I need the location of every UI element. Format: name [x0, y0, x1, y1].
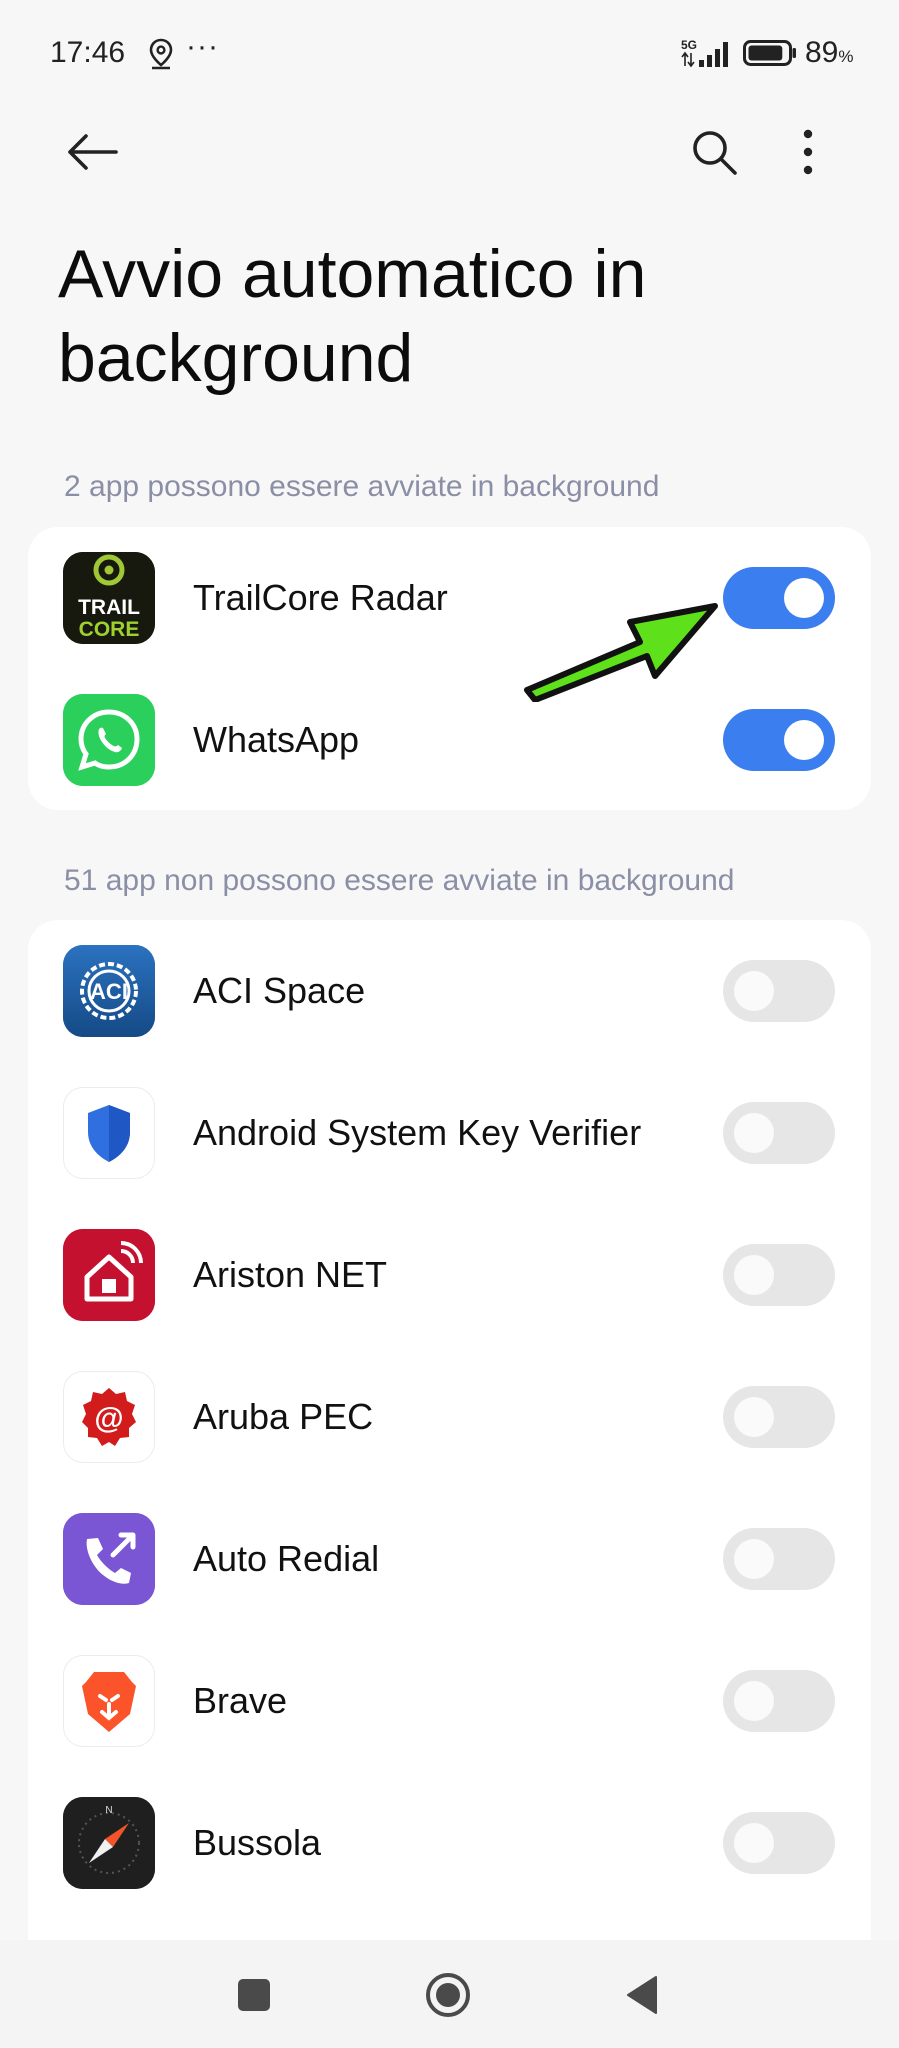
battery-icon: [743, 40, 796, 66]
toggle-knob: [734, 971, 774, 1011]
autostart-toggle[interactable]: [723, 709, 835, 771]
app-row-bussola[interactable]: N Bussola: [28, 1772, 871, 1914]
status-time: 17:46: [50, 36, 126, 69]
nav-back-button[interactable]: [607, 1960, 677, 2030]
enabled-section-header: 2 app possono essere avviate in backgrou…: [64, 470, 660, 503]
svg-text:ACI: ACI: [90, 979, 128, 1004]
app-row-ariston-net[interactable]: Ariston NET: [28, 1204, 871, 1346]
status-bar: 17:46 ··· 5G 89%: [0, 0, 899, 108]
app-row-whatsapp[interactable]: WhatsApp: [28, 669, 871, 811]
square-icon: [238, 1979, 270, 2011]
navigation-bar: [0, 1940, 899, 2048]
svg-text:@: @: [94, 1402, 123, 1435]
battery-percent: 89%: [805, 36, 854, 69]
app-name: Aruba PEC: [193, 1396, 374, 1437]
more-vertical-icon: [803, 129, 813, 175]
autostart-toggle[interactable]: [723, 1386, 835, 1448]
search-button[interactable]: [674, 112, 754, 192]
recent-apps-button[interactable]: [219, 1960, 289, 2030]
app-name: Bussola: [193, 1822, 322, 1863]
shield-icon: [63, 1087, 155, 1179]
status-more-dots: ···: [186, 30, 219, 63]
ariston-home-icon: [63, 1229, 155, 1321]
more-options-button[interactable]: [768, 112, 848, 192]
toggle-knob: [734, 1539, 774, 1579]
home-button[interactable]: [413, 1960, 483, 2030]
toggle-knob: [734, 1113, 774, 1153]
app-row-aci-space[interactable]: ACI ACI Space: [28, 920, 871, 1062]
svg-text:TRAIL: TRAIL: [78, 596, 140, 619]
toggle-knob: [784, 578, 824, 618]
arrow-left-icon: [68, 134, 118, 170]
app-row-trailcore-radar[interactable]: TRAIL CORE TrailCore Radar: [28, 527, 871, 669]
autostart-toggle[interactable]: [723, 1812, 835, 1874]
app-row-brave[interactable]: Brave: [28, 1630, 871, 1772]
aruba-pec-icon: @: [63, 1371, 155, 1463]
network-label: 5G: [681, 38, 697, 52]
autostart-toggle[interactable]: [723, 1670, 835, 1732]
autostart-toggle[interactable]: [723, 1102, 835, 1164]
app-name: Ariston NET: [193, 1254, 388, 1295]
toggle-knob: [734, 1397, 774, 1437]
toggle-knob: [734, 1823, 774, 1863]
app-name: TrailCore Radar: [193, 577, 448, 618]
app-name: ACI Space: [193, 970, 366, 1011]
whatsapp-icon: [63, 694, 155, 786]
aci-space-icon: ACI: [63, 945, 155, 1037]
autostart-toggle[interactable]: [723, 567, 835, 629]
trailcore-icon: TRAIL CORE: [63, 552, 155, 644]
app-row-android-system-key-verifier[interactable]: Android System Key Verifier: [28, 1062, 871, 1204]
toggle-knob: [734, 1255, 774, 1295]
circle-icon: [426, 1973, 470, 2017]
green-arrow-icon: [524, 603, 718, 702]
disabled-section-header: 51 app non possono essere avviate in bac…: [64, 864, 735, 897]
disabled-apps-card: ACI ACI Space Android System Key Verifie…: [28, 920, 871, 1940]
triangle-back-icon: [627, 1976, 657, 2014]
app-name: WhatsApp: [193, 719, 360, 760]
phone-redial-icon: [63, 1513, 155, 1605]
svg-text:CORE: CORE: [79, 618, 140, 641]
back-button[interactable]: [52, 112, 132, 192]
compass-icon: N: [63, 1797, 155, 1889]
page-title: Avvio automatico in background: [58, 236, 647, 396]
autostart-toggle[interactable]: [723, 1244, 835, 1306]
app-row-auto-redial[interactable]: Auto Redial: [28, 1488, 871, 1630]
brave-lion-icon: [63, 1655, 155, 1747]
enabled-apps-card: TRAIL CORE TrailCore Radar WhatsApp: [28, 527, 871, 810]
toggle-knob: [784, 720, 824, 760]
search-icon: [693, 131, 737, 175]
signal-5g-icon: 5G: [681, 38, 728, 68]
app-name: Android System Key Verifier: [193, 1112, 642, 1153]
toggle-knob: [734, 1681, 774, 1721]
svg-text:N: N: [105, 1805, 112, 1816]
app-name: Brave: [193, 1680, 288, 1721]
autostart-toggle[interactable]: [723, 1528, 835, 1590]
autostart-toggle[interactable]: [723, 960, 835, 1022]
app-row-aruba-pec[interactable]: @ Aruba PEC: [28, 1346, 871, 1488]
location-icon: [149, 38, 173, 70]
app-name: Auto Redial: [193, 1538, 380, 1579]
